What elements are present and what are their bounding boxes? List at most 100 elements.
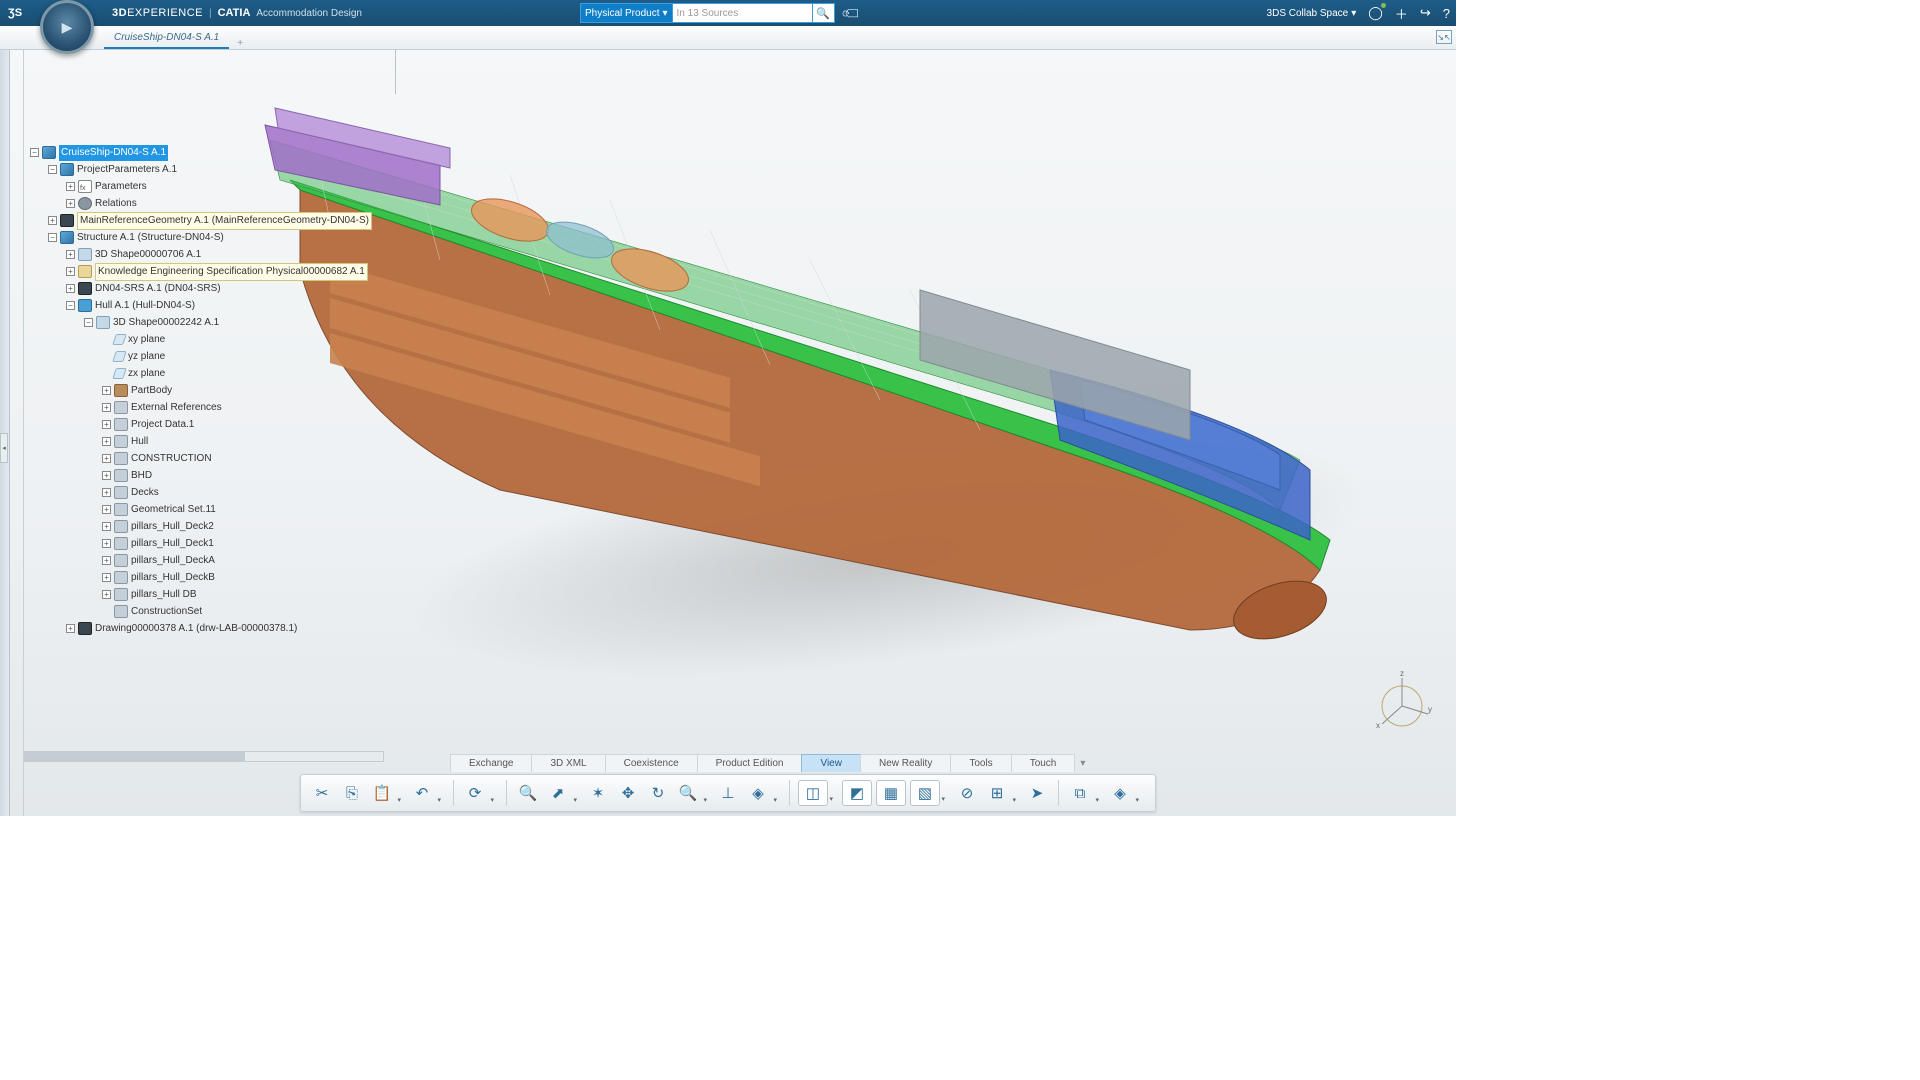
tree2-button[interactable]: ◈ <box>1107 780 1133 806</box>
action-tab-touch[interactable]: Touch <box>1011 754 1076 772</box>
expand-toggle[interactable]: + <box>102 471 111 480</box>
tab-document[interactable]: CruiseShip-DN04-S A.1 <box>104 27 229 49</box>
tree1-button[interactable]: ⧉ <box>1067 780 1093 806</box>
tree-node[interactable]: +BHD <box>102 467 372 484</box>
action-tab-exchange[interactable]: Exchange <box>450 754 532 772</box>
expand-toggle[interactable]: + <box>66 182 75 191</box>
select-button[interactable]: ⬈ <box>545 780 571 806</box>
expand-toggle[interactable]: − <box>84 318 93 327</box>
tab-add-button[interactable]: + <box>229 38 251 49</box>
expand-toggle[interactable]: + <box>102 403 111 412</box>
tag-icon[interactable]: 🏷 <box>839 1 864 26</box>
axis-triad[interactable]: z y x <box>1370 670 1434 734</box>
action-tab-product-edition[interactable]: Product Edition <box>697 754 803 772</box>
search-input[interactable]: In 13 Sources <box>673 3 813 23</box>
tree-node[interactable]: +pillars_Hull_Deck1 <box>102 535 372 552</box>
expand-toggle[interactable]: + <box>66 624 75 633</box>
expand-toggle[interactable]: + <box>102 556 111 565</box>
tree-node[interactable]: yz plane <box>102 348 372 365</box>
help-icon[interactable]: ? <box>1443 6 1450 21</box>
tree-hscrollbar[interactable] <box>24 751 384 762</box>
mode1-button[interactable]: ◫ <box>798 780 828 806</box>
tree-node[interactable]: +PartBody <box>102 382 372 399</box>
action-tab-tools[interactable]: Tools <box>950 754 1011 772</box>
expand-toggle[interactable]: + <box>102 437 111 446</box>
tree-node[interactable]: +Project Data.1 <box>102 416 372 433</box>
share-icon[interactable]: ↪ <box>1420 5 1431 21</box>
next-button[interactable]: ➤ <box>1024 780 1050 806</box>
expand-toggle[interactable]: − <box>30 148 39 157</box>
expand-toggle[interactable]: + <box>66 284 75 293</box>
compass-button[interactable] <box>40 0 94 54</box>
expand-toggle[interactable]: + <box>102 505 111 514</box>
profile-icon[interactable]: ◯ <box>1368 5 1383 21</box>
tree-node[interactable]: +pillars_Hull_Deck2 <box>102 518 372 535</box>
mode4-button[interactable]: ▧ <box>910 780 940 806</box>
tree-node[interactable]: −Hull A.1 (Hull-DN04-S) <box>66 297 372 314</box>
action-tab-coexistence[interactable]: Coexistence <box>605 754 698 772</box>
tree-node[interactable]: +pillars_Hull DB <box>102 586 372 603</box>
search-button[interactable]: 🔍 <box>813 3 835 23</box>
tree-node[interactable]: +3D Shape00000706 A.1 <box>66 246 372 263</box>
grid-button[interactable]: ⊞ <box>984 780 1010 806</box>
globe-button[interactable]: ⊘ <box>954 780 980 806</box>
tree-node[interactable]: −ProjectParameters A.1 <box>48 161 372 178</box>
tree-node[interactable]: +DN04-SRS A.1 (DN04-SRS) <box>66 280 372 297</box>
add-icon[interactable]: ＋ <box>1395 4 1408 23</box>
tree-node[interactable]: zx plane <box>102 365 372 382</box>
collapse-handle[interactable]: ◂ <box>0 433 8 463</box>
collab-space-select[interactable]: 3DS Collab Space ▾ <box>1267 8 1357 19</box>
tabs-more-icon[interactable]: ▾ <box>1080 758 1085 769</box>
tree-node[interactable]: −CruiseShip-DN04-S A.1 <box>30 144 372 161</box>
action-tab-view[interactable]: View <box>801 754 861 772</box>
expand-toggle[interactable]: + <box>102 386 111 395</box>
expand-toggle[interactable]: + <box>66 267 75 276</box>
spec-tree[interactable]: −CruiseShip-DN04-S A.1−ProjectParameters… <box>30 144 372 637</box>
expand-toggle[interactable]: + <box>102 573 111 582</box>
action-tab-new-reality[interactable]: New Reality <box>860 754 951 772</box>
normal-button[interactable]: ⊥ <box>715 780 741 806</box>
expand-toggle[interactable]: + <box>102 539 111 548</box>
tree-node[interactable]: +External References <box>102 399 372 416</box>
restore-window-icon[interactable]: ↘↖ <box>1436 30 1452 44</box>
cut-button[interactable]: ✂ <box>309 780 335 806</box>
zoom-fit-button[interactable]: 🔍 <box>515 780 541 806</box>
mode3-button[interactable]: ▦ <box>876 780 906 806</box>
tree-node[interactable]: +MainReferenceGeometry A.1 (MainReferenc… <box>48 212 372 229</box>
expand-toggle[interactable]: − <box>66 301 75 310</box>
expand-toggle[interactable]: − <box>48 165 57 174</box>
expand-toggle[interactable]: + <box>48 216 57 225</box>
copy-button[interactable]: ⎘ <box>339 780 365 806</box>
expand-toggle[interactable]: + <box>66 199 75 208</box>
tree-node[interactable]: +pillars_Hull_DeckB <box>102 569 372 586</box>
tree-node[interactable]: +Decks <box>102 484 372 501</box>
expand-toggle[interactable]: + <box>102 590 111 599</box>
tree-node[interactable]: +Geometrical Set.11 <box>102 501 372 518</box>
tree-node[interactable]: +Parameters <box>66 178 372 195</box>
tree-node[interactable]: +Drawing00000378 A.1 (drw-LAB-00000378.1… <box>66 620 372 637</box>
expand-toggle[interactable]: + <box>102 454 111 463</box>
center-button[interactable]: ✶ <box>585 780 611 806</box>
mode2-button[interactable]: ◩ <box>842 780 872 806</box>
tree-node[interactable]: ConstructionSet <box>102 603 372 620</box>
expand-toggle[interactable]: − <box>48 233 57 242</box>
tree-node[interactable]: −3D Shape00002242 A.1 <box>84 314 372 331</box>
tree-node[interactable]: +CONSTRUCTION <box>102 450 372 467</box>
tree-node[interactable]: −Structure A.1 (Structure-DN04-S) <box>48 229 372 246</box>
paste-button[interactable]: 📋 <box>369 780 395 806</box>
zoom-button[interactable]: 🔍 <box>675 780 701 806</box>
expand-toggle[interactable]: + <box>102 522 111 531</box>
tree-node[interactable]: +Knowledge Engineering Specification Phy… <box>66 263 372 280</box>
tree-node[interactable]: +pillars_Hull_DeckA <box>102 552 372 569</box>
expand-toggle[interactable]: + <box>102 420 111 429</box>
refresh-button[interactable]: ⟳ <box>462 780 488 806</box>
tree-node[interactable]: xy plane <box>102 331 372 348</box>
pan-button[interactable]: ✥ <box>615 780 641 806</box>
undo-button[interactable]: ↶ <box>409 780 435 806</box>
rotate-button[interactable]: ↻ <box>645 780 671 806</box>
action-tab-3d-xml[interactable]: 3D XML <box>531 754 605 772</box>
expand-toggle[interactable]: + <box>66 250 75 259</box>
search-type-select[interactable]: Physical Product▾ <box>580 3 673 23</box>
iso-button[interactable]: ◈ <box>745 780 771 806</box>
tree-node[interactable]: +Relations <box>66 195 372 212</box>
